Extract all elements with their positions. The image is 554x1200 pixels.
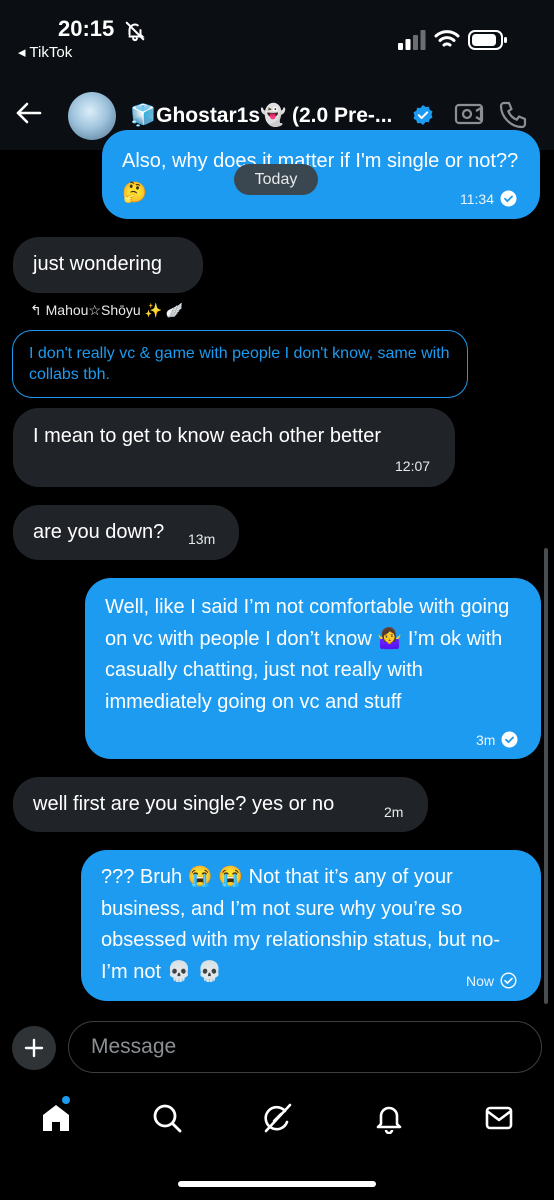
verified-icon <box>413 105 433 125</box>
bell-off-icon <box>125 21 145 42</box>
message-time: 12:07 <box>395 458 431 474</box>
message-meta: 3m <box>476 731 518 748</box>
sent-check-icon <box>500 972 517 989</box>
status-time: 20:15 <box>58 16 115 41</box>
search-icon[interactable] <box>151 1102 183 1134</box>
back-to-app-link[interactable]: ◂ TikTok <box>18 43 72 61</box>
message-time: 13m <box>188 531 216 547</box>
status-bar: 20:15 ◂ TikTok <box>0 0 554 70</box>
message-meta: 11:34 <box>460 190 517 207</box>
notification-dot <box>62 1096 70 1104</box>
reply-to-label: ↰ Mahou☆Shōyu ✨ 🪽 <box>30 302 184 318</box>
avatar[interactable] <box>68 92 116 140</box>
incoming-message: I mean to get to know each other better <box>13 408 455 487</box>
incoming-message: well first are you single? yes or no <box>13 777 428 832</box>
message-text: are you down? <box>33 521 165 543</box>
chat-title[interactable]: 🧊Ghostar1s👻 (2.0 Pre-... <box>130 104 392 128</box>
wifi-icon <box>434 30 460 47</box>
message-time: Now <box>466 972 495 989</box>
message-meta: 2m <box>384 804 403 820</box>
outgoing-message: Well, like I said I’m not comfortable wi… <box>85 578 541 759</box>
notifications-icon[interactable] <box>373 1102 405 1134</box>
back-arrow-icon[interactable] <box>14 98 44 128</box>
message-time: 3m <box>476 731 496 748</box>
message-text: ??? Bruh 😭 😭 Not that it’s any of your b… <box>101 866 501 983</box>
incoming-message: just wondering <box>13 237 203 293</box>
grok-icon[interactable] <box>261 1102 293 1134</box>
message-time: 2m <box>384 804 404 820</box>
add-attachment-button[interactable] <box>12 1026 56 1070</box>
message-text: Well, like I said I’m not comfortable wi… <box>105 596 510 713</box>
home-icon[interactable] <box>40 1102 72 1134</box>
scrollbar[interactable] <box>544 548 548 1004</box>
message-meta: 12:07 <box>395 458 430 474</box>
quoted-message[interactable]: I don't really vc & game with people I d… <box>12 330 468 398</box>
messages-icon[interactable] <box>483 1102 515 1134</box>
video-call-icon[interactable] <box>454 100 484 128</box>
plus-icon <box>24 1038 44 1058</box>
read-check-icon <box>500 190 517 207</box>
message-text: I mean to get to know each other better <box>33 425 381 447</box>
home-indicator <box>178 1181 376 1187</box>
date-divider: Today <box>234 164 318 195</box>
battery-icon <box>468 30 507 50</box>
message-meta: Now <box>466 972 517 989</box>
read-check-icon <box>501 731 518 748</box>
message-input[interactable] <box>68 1021 542 1073</box>
message-text: just wondering <box>33 253 162 275</box>
signal-icon <box>398 30 426 50</box>
phone-icon[interactable] <box>498 100 528 130</box>
message-time: 11:34 <box>460 190 494 207</box>
message-text: well first are you single? yes or no <box>33 793 335 815</box>
message-meta: 13m <box>188 531 215 547</box>
